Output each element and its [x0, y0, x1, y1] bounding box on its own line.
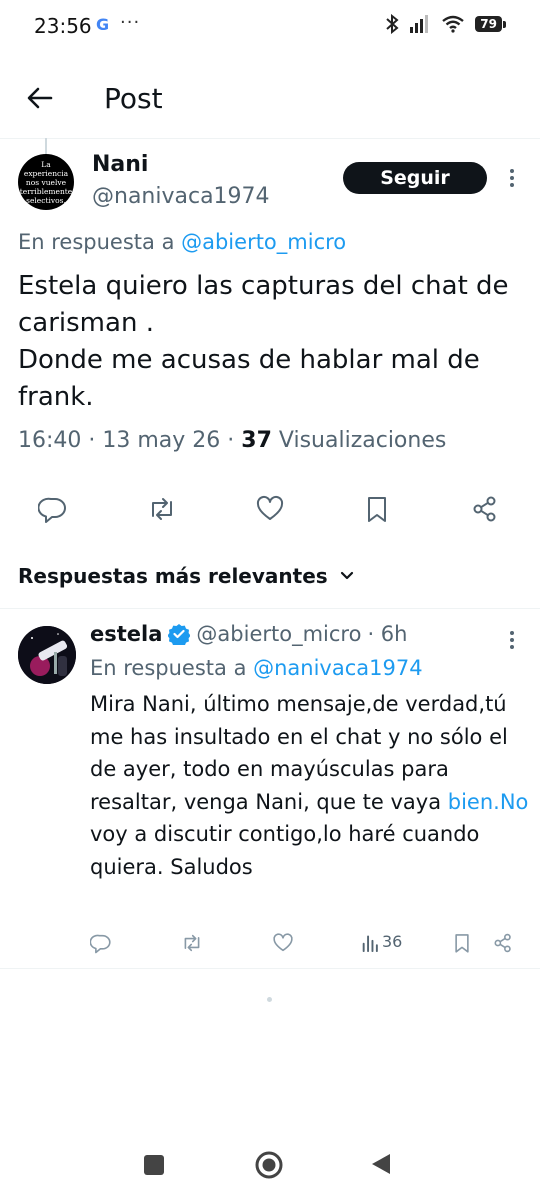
views-chart-icon[interactable]: [360, 932, 382, 954]
reply-icon[interactable]: [90, 932, 112, 954]
bookmark-icon[interactable]: [451, 932, 473, 954]
post-date: 13 may 26: [102, 428, 221, 453]
reply-meta: · 6h: [367, 622, 407, 646]
status-icons: 79: [385, 14, 506, 34]
top-app-bar: Post: [0, 60, 540, 139]
reply-icon[interactable]: [38, 494, 68, 524]
post-time: 16:40: [18, 428, 82, 453]
meta-separator-2: ·: [220, 428, 242, 453]
divider: [0, 608, 540, 609]
bluetooth-icon: [386, 14, 399, 34]
reply-author-handle[interactable]: @abierto_micro: [196, 622, 361, 646]
thread-connector-line: [45, 138, 47, 154]
replies-sort-dropdown[interactable]: Respuestas más relevantes: [18, 564, 354, 588]
reply-text-part-2: voy a discutir contigo,lo haré cuando qu…: [90, 822, 480, 879]
battery-icon: 79: [475, 16, 506, 32]
square-icon: [144, 1155, 164, 1175]
share-icon[interactable]: [470, 494, 500, 524]
bookmark-icon[interactable]: [362, 494, 392, 524]
reply-prefix: En respuesta a: [90, 656, 254, 680]
reply-to-link[interactable]: @abierto_micro: [181, 230, 346, 254]
avatar-text: La experiencia nos vuelve terriblemente …: [19, 159, 73, 205]
more-vertical-icon: [510, 169, 514, 187]
reply-prefix: En respuesta a: [18, 230, 182, 254]
loading-dot: [267, 997, 272, 1002]
views-count[interactable]: 37: [241, 428, 272, 453]
share-icon[interactable]: [492, 932, 514, 954]
avatar[interactable]: La experiencia nos vuelve terriblemente …: [18, 154, 74, 210]
reply-avatar[interactable]: [18, 626, 76, 684]
post-text: Estela quiero las capturas del chat de c…: [18, 271, 509, 412]
post-more-button[interactable]: [502, 166, 522, 190]
status-bar: 23:56 G ··· 79: [0, 0, 540, 56]
reply-to-link[interactable]: @nanivaca1974: [253, 656, 422, 680]
follow-button[interactable]: Seguir: [343, 162, 487, 194]
like-heart-icon[interactable]: [255, 494, 285, 524]
back-button[interactable]: [24, 82, 56, 114]
divider: [0, 968, 540, 969]
wifi-icon: [442, 15, 465, 33]
google-icon: G: [96, 15, 110, 34]
reply-views-count[interactable]: 36: [382, 932, 402, 951]
repost-icon[interactable]: [181, 932, 203, 954]
arrow-left-icon: [27, 87, 53, 109]
repost-icon[interactable]: [147, 494, 177, 524]
chevron-down-icon: [340, 571, 353, 580]
reply-text: Mira Nani, último mensaje,de verdad,tú m…: [90, 688, 530, 883]
reply-context: En respuesta a @abierto_micro: [18, 230, 346, 254]
reply-text-link[interactable]: bien.No: [448, 790, 529, 814]
reply-separator: ·: [367, 622, 381, 646]
author-display-name[interactable]: Nani: [92, 152, 148, 177]
more-notifications-icon: ···: [120, 12, 141, 33]
back-nav-button[interactable]: [370, 1152, 392, 1180]
reply-header: estela @abierto_micro · 6h: [90, 622, 407, 646]
home-button[interactable]: [254, 1150, 284, 1184]
verified-badge-icon: [168, 624, 191, 645]
views-label: Visualizaciones: [271, 428, 447, 453]
triangle-back-icon: [372, 1154, 390, 1174]
reply-author-name[interactable]: estela: [90, 622, 162, 646]
telescope-avatar-image: [18, 626, 76, 684]
circle-home-icon: [255, 1151, 283, 1179]
post-meta: 16:40 · 13 may 26 · 37 Visualizaciones: [18, 428, 446, 453]
meta-separator: ·: [81, 428, 103, 453]
sort-label: Respuestas más relevantes: [18, 564, 328, 588]
signal-icon: [410, 15, 429, 33]
reply-age: 6h: [380, 622, 408, 646]
recents-button[interactable]: [143, 1154, 165, 1180]
reply-text-part-1: Mira Nani, último mensaje,de verdad,tú m…: [90, 692, 508, 814]
system-navigation-bar: [0, 1140, 540, 1200]
reply-context: En respuesta a @nanivaca1974: [90, 656, 423, 680]
like-heart-icon[interactable]: [272, 932, 294, 954]
page-title: Post: [104, 82, 163, 115]
author-handle[interactable]: @nanivaca1974: [92, 184, 270, 209]
reply-more-button[interactable]: [502, 628, 522, 652]
status-time: 23:56: [34, 14, 92, 38]
more-vertical-icon: [510, 631, 514, 649]
